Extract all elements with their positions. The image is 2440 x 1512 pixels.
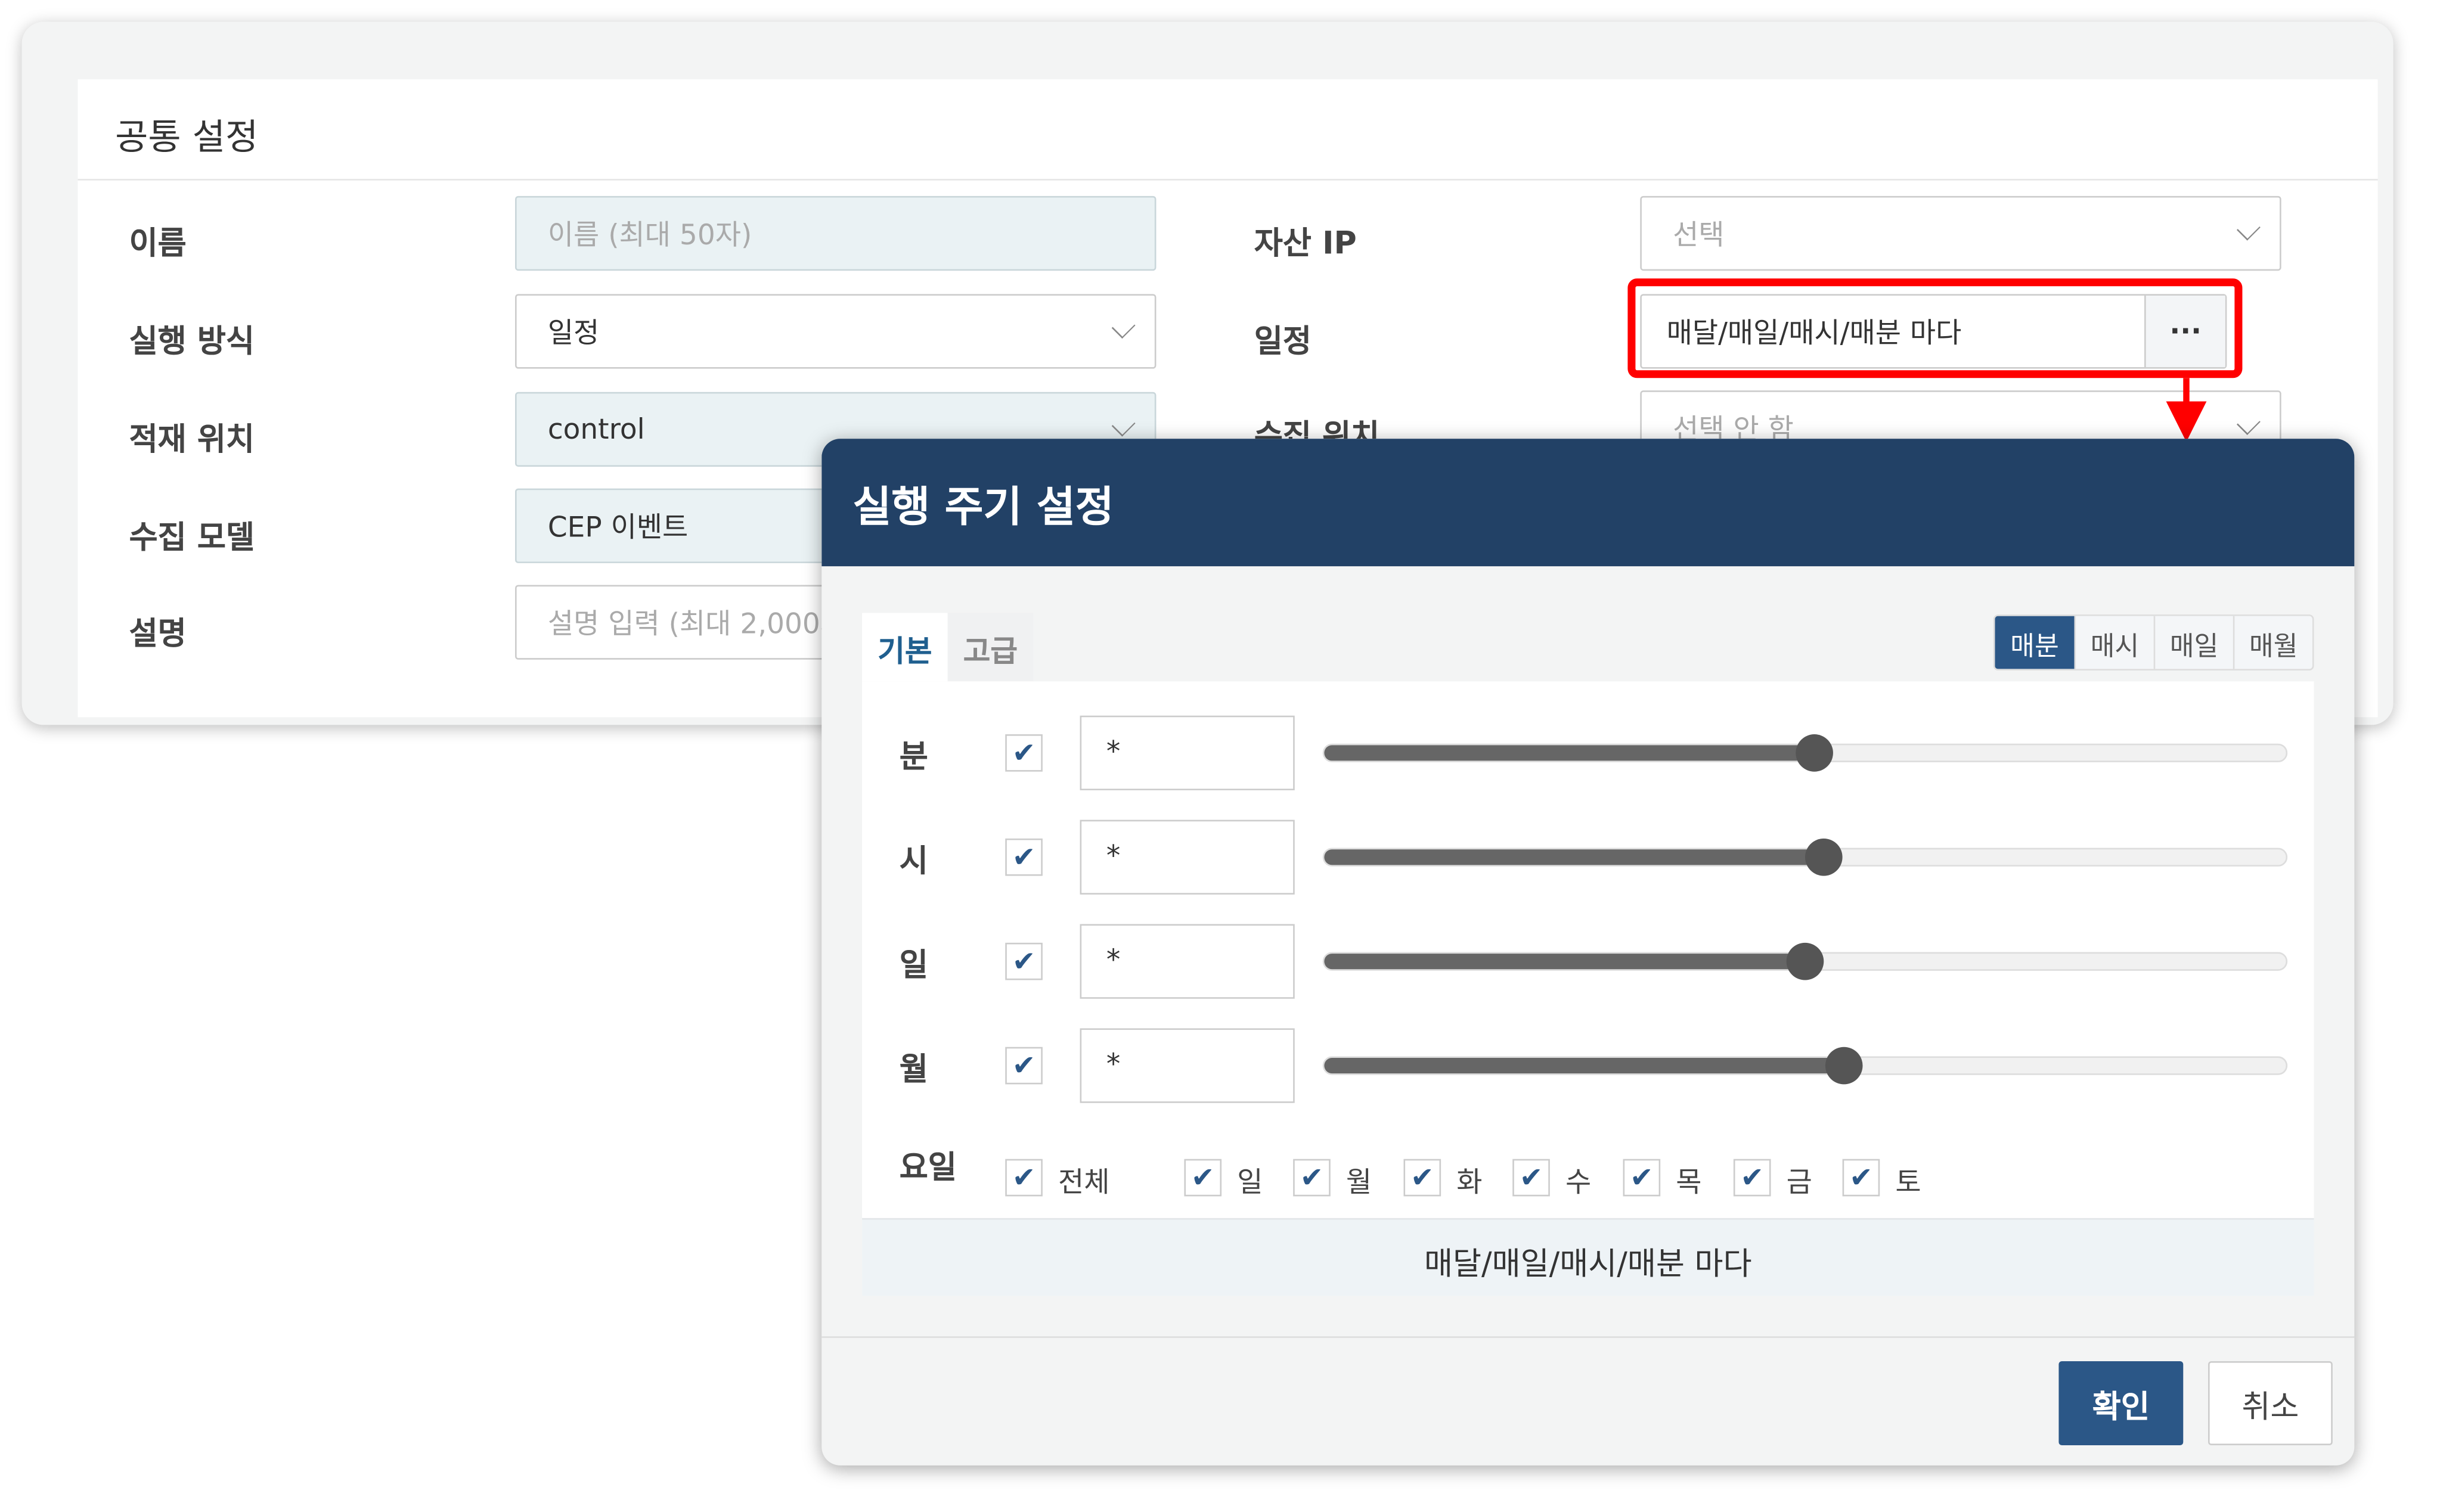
weekday-checkbox[interactable]: ✔ <box>1184 1159 1222 1197</box>
confirm-button[interactable]: 확인 <box>2058 1361 2184 1445</box>
month-label: 월 <box>899 1050 928 1088</box>
exec-mode-select[interactable]: 일정 <box>515 294 1157 369</box>
description-placeholder: 설명 입력 (최대 2,000자) <box>547 608 857 641</box>
day-checkbox[interactable]: ✔ <box>1005 942 1043 980</box>
check-icon: ✔ <box>1012 1161 1036 1194</box>
arrow-head-icon <box>2166 401 2207 442</box>
hour-slider[interactable] <box>1322 838 2288 876</box>
tab-basic[interactable]: 기본 <box>862 613 948 682</box>
weekday-label: 요일 <box>899 1148 957 1186</box>
chevron-down-icon <box>1111 315 1136 339</box>
asset-ip-select[interactable]: 선택 <box>1640 195 2281 271</box>
collect-model-label: 수집 모델 <box>129 518 255 555</box>
slider-fill <box>1324 849 1825 865</box>
check-icon: ✔ <box>1410 1161 1434 1194</box>
check-icon: ✔ <box>1012 736 1036 769</box>
day-label: 일 <box>899 946 928 983</box>
weekday-label: 일 <box>1237 1166 1263 1200</box>
weekday-label: 월 <box>1345 1166 1372 1200</box>
name-input[interactable]: 이름 (최대 50자) <box>515 195 1157 271</box>
chevron-down-icon <box>1111 412 1136 437</box>
asset-ip-placeholder: 선택 <box>1673 219 1725 252</box>
name-placeholder: 이름 (최대 50자) <box>547 219 752 252</box>
weekday-checkbox[interactable]: ✔ <box>1403 1159 1441 1197</box>
load-location-label: 적재 위치 <box>129 420 255 458</box>
day-input[interactable]: * <box>1080 924 1295 999</box>
weekday-checkbox[interactable]: ✔ <box>1733 1159 1771 1197</box>
check-icon: ✔ <box>1191 1161 1215 1194</box>
preset-every-month[interactable]: 매월 <box>2233 616 2312 669</box>
slider-thumb[interactable] <box>1805 838 1843 876</box>
highlight-box <box>1627 278 2243 378</box>
weekday-checkbox[interactable]: ✔ <box>1842 1159 1880 1197</box>
card-title: 공통 설정 <box>115 118 259 159</box>
divider <box>821 1336 2355 1338</box>
schedule-summary: 매달/매일/매시/매분 마다 <box>862 1218 2314 1296</box>
weekday-checkbox[interactable]: ✔ <box>1512 1159 1550 1197</box>
check-icon: ✔ <box>1012 1049 1036 1082</box>
slider-fill <box>1324 745 1815 761</box>
minute-slider[interactable] <box>1322 734 2288 772</box>
exec-mode-label: 실행 방식 <box>129 322 255 359</box>
minute-label: 분 <box>899 737 928 775</box>
check-icon: ✔ <box>1012 945 1036 978</box>
slider-thumb[interactable] <box>1796 734 1834 772</box>
check-icon: ✔ <box>1300 1161 1324 1194</box>
weekday-label: 전체 <box>1058 1166 1110 1200</box>
name-label: 이름 <box>129 223 187 262</box>
weekday-checkbox[interactable]: ✔ <box>1293 1159 1331 1197</box>
hour-input[interactable]: * <box>1080 819 1295 895</box>
slider-fill <box>1324 1058 1844 1074</box>
weekday-label: 목 <box>1676 1166 1702 1200</box>
minute-checkbox[interactable]: ✔ <box>1005 734 1043 772</box>
preset-every-minute[interactable]: 매분 <box>1995 616 2075 669</box>
weekday-label: 화 <box>1456 1166 1483 1200</box>
check-icon: ✔ <box>1012 840 1036 874</box>
slider-thumb[interactable] <box>1825 1047 1862 1085</box>
chevron-down-icon <box>2236 216 2261 241</box>
schedule-dialog: 실행 주기 설정 기본 고급 매분 매시 매일 매월 요일 매달/매일/매시/매… <box>821 439 2355 1466</box>
check-icon: ✔ <box>1849 1161 1873 1194</box>
chevron-down-icon <box>2236 411 2261 435</box>
description-label: 설명 <box>129 614 187 652</box>
exec-mode-value: 일정 <box>547 317 600 350</box>
weekday-checkbox[interactable]: ✔ <box>1623 1159 1661 1197</box>
dialog-title: 실행 주기 설정 <box>821 439 2355 567</box>
preset-every-hour[interactable]: 매시 <box>2074 616 2154 669</box>
month-input[interactable]: * <box>1080 1028 1295 1103</box>
slider-fill <box>1324 954 1805 970</box>
load-location-value: control <box>547 413 645 446</box>
schedule-label: 일정 <box>1254 322 1312 359</box>
asset-ip-label: 자산 IP <box>1254 223 1357 262</box>
cancel-button[interactable]: 취소 <box>2208 1361 2333 1445</box>
check-icon: ✔ <box>1630 1161 1654 1194</box>
hour-label: 시 <box>899 842 928 879</box>
divider <box>77 179 2378 181</box>
minute-input[interactable]: * <box>1080 715 1295 791</box>
weekday-checkbox[interactable]: ✔ <box>1005 1159 1043 1197</box>
month-slider[interactable] <box>1322 1047 2288 1085</box>
preset-group: 매분 매시 매일 매월 <box>1993 614 2314 671</box>
preset-every-day[interactable]: 매일 <box>2153 616 2233 669</box>
day-slider[interactable] <box>1322 942 2288 980</box>
slider-thumb[interactable] <box>1786 942 1824 980</box>
weekday-label: 토 <box>1895 1166 1921 1200</box>
collect-model-value: CEP 이벤트 <box>547 511 689 545</box>
check-icon: ✔ <box>1740 1161 1764 1194</box>
weekday-label: 금 <box>1786 1166 1812 1200</box>
tab-advanced[interactable]: 고급 <box>947 613 1034 682</box>
check-icon: ✔ <box>1519 1161 1543 1194</box>
basic-panel: 요일 매달/매일/매시/매분 마다 분 ✔ * 시 ✔ * 일 ✔ * 월 ✔ … <box>862 681 2314 1296</box>
weekday-label: 수 <box>1565 1166 1592 1200</box>
month-checkbox[interactable]: ✔ <box>1005 1047 1043 1085</box>
hour-checkbox[interactable]: ✔ <box>1005 838 1043 876</box>
